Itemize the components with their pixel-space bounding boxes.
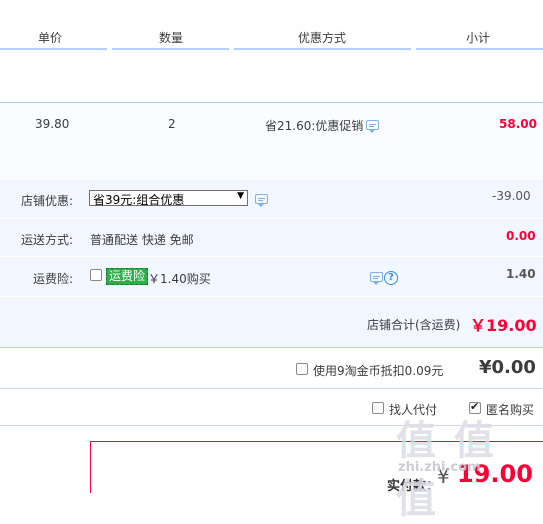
header-underline	[234, 48, 411, 50]
item-discount: 省21.60:优惠促销	[265, 119, 364, 133]
message-icon[interactable]	[255, 194, 268, 207]
insurance-label: 运费险:	[32, 272, 73, 286]
message-icon[interactable]	[366, 120, 379, 133]
shipping-amount: 0.00	[506, 229, 536, 243]
header-discount: 优惠方式	[298, 31, 347, 45]
item-subtotal: 58.00	[499, 117, 537, 131]
shipping-row: 运送方式: 普通配送 快递 免邮 0.00	[0, 219, 543, 256]
insurance-checkbox[interactable]	[90, 269, 102, 281]
header-underline	[112, 48, 229, 50]
coins-value: ¥0.00	[479, 357, 536, 378]
shop-total-label: 店铺合计(含运费)	[367, 318, 461, 332]
header-underline	[416, 48, 543, 50]
shipping-label: 运送方式:	[20, 233, 73, 247]
item-quantity: 2	[168, 117, 176, 131]
shop-total-value: ￥19.00	[470, 316, 537, 335]
coins-row: 使用9淘金币抵扣0.09元 ¥0.00	[0, 348, 543, 388]
shop-discount-row: 店铺优惠: 省39元:组合优惠 ▼ -39.00	[0, 180, 543, 218]
insurance-badge: 运费险	[106, 268, 149, 285]
message-icon[interactable]	[370, 272, 383, 285]
insurance-price: ￥1.40购买	[148, 272, 211, 286]
help-icon[interactable]: ?	[384, 271, 398, 285]
order-table-header: 单价 数量 优惠方式 小计	[0, 0, 543, 50]
order-item-row: 39.80 2 省21.60:优惠促销 58.00	[0, 102, 543, 181]
watermark-url: zhi.zhi.com	[398, 460, 481, 475]
shop-discount-label: 店铺优惠:	[20, 194, 73, 208]
insurance-row: 运费险: 运费险 ￥1.40购买 ? 1.40	[0, 257, 543, 296]
item-unit-price: 39.80	[35, 117, 70, 131]
header-price: 单价	[38, 31, 63, 45]
shop-total-row: 店铺合计(含运费) ￥19.00	[0, 297, 543, 347]
insurance-amount: 1.40	[506, 267, 536, 281]
proxy-pay-checkbox[interactable]	[372, 402, 384, 414]
shop-discount-selected: 省39元:组合优惠	[93, 193, 185, 207]
coins-label: 使用9淘金币抵扣0.09元	[313, 364, 444, 378]
header-subtotal: 小计	[466, 31, 491, 45]
chevron-down-icon: ▼	[237, 191, 244, 201]
header-underline	[0, 48, 107, 50]
coins-checkbox[interactable]	[296, 363, 308, 375]
shipping-method: 普通配送 快递 免邮	[90, 233, 194, 247]
shop-discount-select[interactable]: 省39元:组合优惠 ▼	[89, 190, 248, 207]
shop-discount-amount: -39.00	[492, 189, 531, 203]
header-quantity: 数量	[159, 31, 184, 45]
